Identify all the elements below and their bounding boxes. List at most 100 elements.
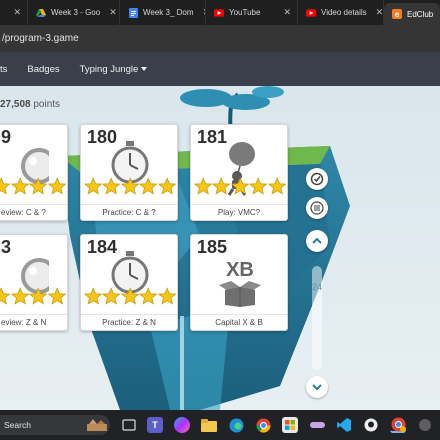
star-icon (84, 287, 103, 305)
points-value: 27,508 (0, 99, 31, 110)
list-icon (310, 201, 324, 215)
tab-week3-drive[interactable]: Week 3 - Goo ✕ (28, 0, 120, 25)
lesson-label: eview: C & ? (0, 204, 67, 220)
star-icon (194, 177, 213, 195)
star-icon (139, 177, 158, 195)
file-explorer-icon[interactable] (201, 417, 217, 433)
points-display: 27,508 points (0, 99, 60, 110)
points-unit: points (33, 99, 61, 110)
teams-icon[interactable]: T (147, 417, 163, 433)
star-icon (249, 177, 268, 195)
game-map: 27,508 points 9 eview: C & ? 180 Practic… (0, 86, 440, 410)
lesson-card[interactable]: 9 eview: C & ? (0, 124, 68, 221)
google-drive-icon (36, 8, 46, 18)
lesson-number: 185 (197, 237, 228, 257)
star-rating (84, 287, 177, 309)
svg-text:e: e (395, 10, 400, 19)
edge-icon[interactable] (228, 417, 244, 433)
nav-item-badges[interactable]: Badges (27, 64, 59, 75)
lesson-label: Play: VMC? (191, 204, 287, 220)
edclub-icon: e (392, 9, 402, 19)
star-icon (0, 287, 11, 305)
close-icon[interactable]: ✕ (105, 7, 117, 18)
chevron-up-icon (312, 237, 322, 244)
star-icon (157, 177, 177, 195)
chevron-down-icon (312, 384, 322, 391)
github-icon[interactable] (363, 417, 379, 433)
star-icon (102, 287, 121, 305)
task-view-icon[interactable] (121, 417, 137, 433)
youtube-icon (214, 8, 224, 18)
tab-label: EdClub (407, 9, 434, 19)
lesson-card[interactable]: 185 XB Capital X & B (190, 234, 288, 331)
star-icon (120, 177, 140, 195)
scroll-down-button[interactable] (306, 376, 328, 398)
star-icon (139, 287, 158, 305)
lesson-card[interactable]: 184 Practice: Z & N (80, 234, 178, 331)
star-rating (0, 177, 67, 199)
close-icon[interactable]: ✕ (199, 7, 205, 18)
caret-down-icon (141, 66, 148, 71)
star-rating (194, 177, 287, 199)
tab-label: YouTube (229, 8, 261, 17)
windows-taskbar: Search T (0, 410, 440, 440)
star-rating (84, 177, 177, 199)
menu-button[interactable] (306, 197, 328, 219)
check-circle-icon (310, 172, 324, 186)
search-label: Search (4, 420, 31, 430)
progress-check-button[interactable] (306, 168, 328, 190)
star-icon (84, 177, 103, 195)
lesson-label: Capital X & B (191, 314, 287, 330)
lesson-card[interactable]: 181 Play: VMC? (190, 124, 288, 221)
lesson-card[interactable]: 180 Practice: C & ? (80, 124, 178, 221)
lesson-label: Practice: Z & N (81, 314, 177, 330)
level-indicator: 24 (311, 282, 322, 292)
close-icon[interactable]: ✕ (372, 7, 383, 18)
browser-tab-strip: ✕ Week 3 - Goo ✕ Week 3_ Dom ✕ YouTube ✕… (0, 0, 440, 25)
star-icon (29, 177, 48, 195)
star-icon (47, 287, 67, 305)
lesson-label: eview: Z & N (0, 314, 67, 330)
tab-week3-docs[interactable]: Week 3_ Dom ✕ (120, 0, 206, 25)
vscode-icon[interactable] (336, 417, 352, 433)
nav-dropdown-label: Typing Jungle (79, 63, 139, 75)
search-highlight-icon (84, 417, 110, 433)
tab-label: Video details (321, 8, 367, 17)
tab-video-details[interactable]: Video details ✕ (298, 0, 384, 25)
star-icon (29, 287, 48, 305)
chrome-profile-icon[interactable] (390, 417, 406, 433)
store-icon[interactable] (282, 417, 298, 433)
tab-partial[interactable]: ✕ (0, 0, 28, 25)
chrome-icon[interactable] (255, 417, 271, 433)
star-icon (230, 177, 250, 195)
star-icon (157, 287, 177, 305)
close-icon[interactable]: ✕ (279, 7, 291, 18)
tab-label: Week 3 - Goo (51, 8, 101, 17)
star-icon (102, 177, 121, 195)
close-icon[interactable]: ✕ (9, 7, 21, 18)
app-icon[interactable] (309, 417, 325, 433)
box-icon-text: XB (226, 259, 254, 281)
tab-youtube[interactable]: YouTube ✕ (206, 0, 298, 25)
nav-dropdown[interactable]: Typing Jungle (80, 64, 148, 75)
google-docs-icon (128, 7, 138, 18)
scroll-up-button[interactable] (306, 230, 328, 252)
star-icon (267, 177, 287, 195)
lesson-label: Practice: C & ? (81, 204, 177, 220)
star-icon (212, 177, 231, 195)
app-icon[interactable] (417, 417, 433, 433)
box-icon: XB (217, 259, 263, 307)
star-rating (0, 287, 67, 309)
lesson-card[interactable]: 3 eview: Z & N (0, 234, 68, 331)
url-text[interactable]: /program-3.game (0, 33, 79, 44)
copilot-icon[interactable] (174, 417, 190, 433)
star-icon (0, 177, 11, 195)
nav-item-partial[interactable]: ts (0, 64, 7, 75)
star-icon (47, 177, 67, 195)
address-bar[interactable]: /program-3.game (0, 25, 440, 52)
tab-label: Week 3_ Dom (143, 8, 194, 17)
star-icon (10, 287, 30, 305)
star-icon (120, 287, 140, 305)
site-nav: ts Badges Typing Jungle (0, 52, 440, 86)
tab-edclub[interactable]: e EdClub (384, 3, 440, 25)
